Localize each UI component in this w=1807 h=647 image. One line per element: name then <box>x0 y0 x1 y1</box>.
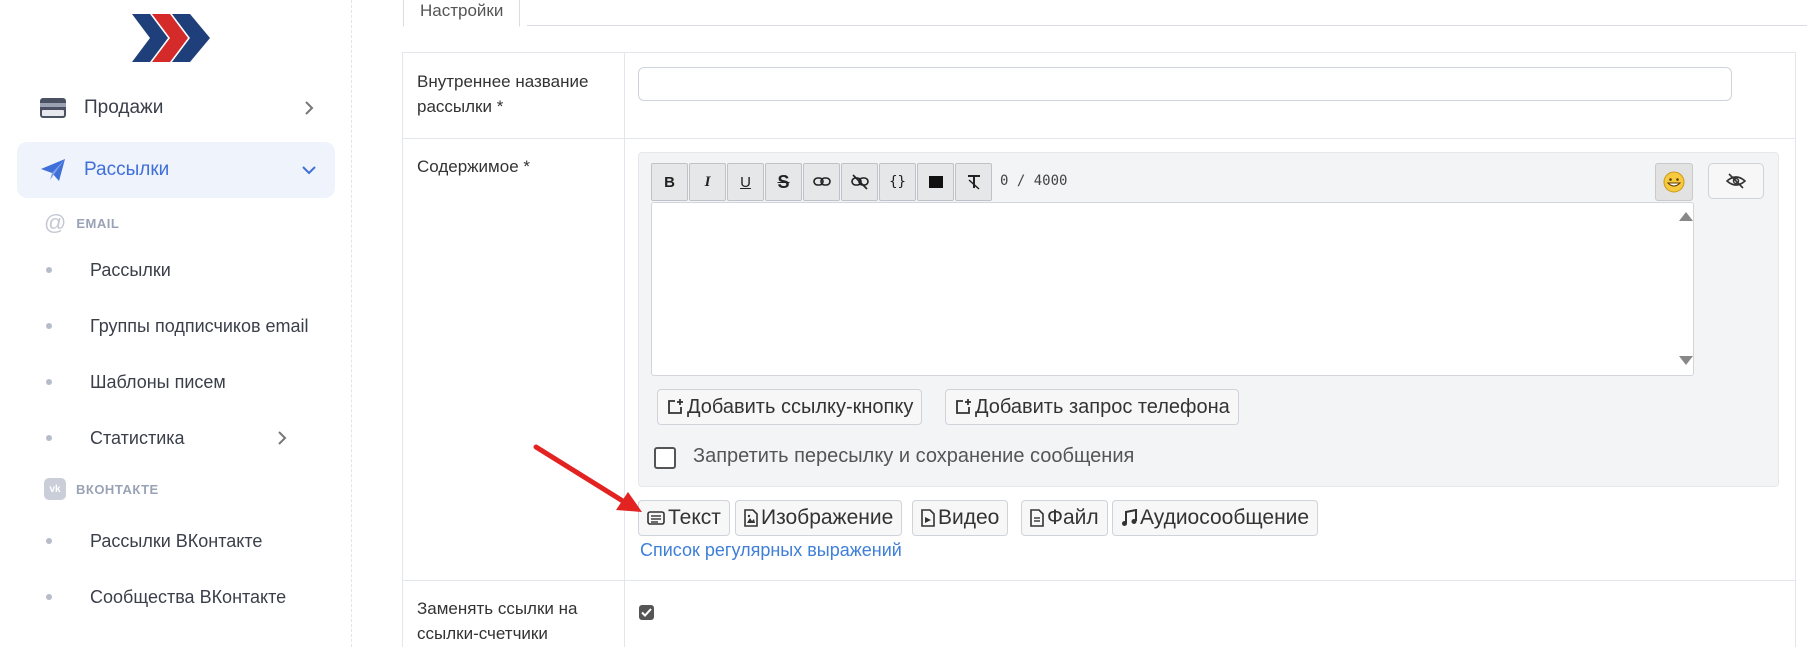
section-title: ВКОНТАКТЕ <box>76 481 159 497</box>
card-icon <box>39 94 67 122</box>
editor-toolbar: B I U S {} <box>651 163 993 201</box>
italic-button[interactable]: I <box>689 163 726 201</box>
section-vk: vk ВКОНТАКТЕ <box>44 478 159 500</box>
regex-list-link[interactable]: Список регулярных выражений <box>640 540 902 561</box>
scroll-up-arrow-icon[interactable] <box>1679 212 1693 221</box>
smile-emoji-icon <box>1663 171 1685 193</box>
unlink-icon <box>850 174 869 190</box>
tab-label: Настройки <box>420 1 504 20</box>
video-file-icon <box>921 509 935 527</box>
at-icon: @ <box>44 210 67 235</box>
underline-button[interactable]: U <box>727 163 764 201</box>
bold-button[interactable]: B <box>651 163 688 201</box>
sidebar-subitem-statistics[interactable]: Статистика <box>46 418 336 458</box>
spoiler-block-icon <box>928 176 943 188</box>
section-email: @ EMAIL <box>44 210 119 236</box>
sidebar-subitem-email-templates[interactable]: Шаблоны писем <box>46 362 336 402</box>
forbid-forward-checkbox[interactable] <box>654 447 676 469</box>
type-file-button[interactable]: Файл <box>1021 500 1108 536</box>
tab-divider <box>527 25 1807 26</box>
textarea-scrollbar[interactable] <box>1675 206 1697 372</box>
code-braces-icon: {} <box>889 174 906 190</box>
sidebar-item-mailings[interactable]: Рассылки <box>17 142 335 198</box>
eye-off-icon <box>1726 173 1746 189</box>
bullet-icon <box>46 379 52 385</box>
replace-links-checkbox[interactable] <box>639 605 654 620</box>
paper-plane-icon <box>39 156 67 184</box>
tab-settings[interactable]: Настройки <box>403 0 521 27</box>
italic-icon: I <box>704 173 711 190</box>
sidebar-subitem-label: Рассылки <box>90 259 171 280</box>
add-phone-label: Добавить запрос телефона <box>975 395 1230 418</box>
type-image-button[interactable]: Изображение <box>735 500 903 536</box>
file-icon <box>1030 509 1044 527</box>
strikethrough-icon: S <box>777 171 790 192</box>
sidebar-item-label: Рассылки <box>84 159 170 180</box>
sidebar-subitem-label: Статистика <box>90 427 185 448</box>
type-video-button[interactable]: Видео <box>912 500 1009 536</box>
bullet-icon <box>46 538 52 544</box>
add-box-icon <box>956 399 971 414</box>
vk-icon: vk <box>44 478 66 500</box>
mailing-name-input[interactable] <box>638 67 1732 101</box>
type-label: Видео <box>938 506 1000 529</box>
clear-format-icon <box>967 175 980 190</box>
strikethrough-button[interactable]: S <box>765 163 802 201</box>
brand-logo[interactable] <box>132 14 210 62</box>
add-phone-button[interactable]: Добавить запрос телефона <box>945 389 1239 425</box>
content-field-label: Содержимое * <box>417 157 530 176</box>
code-button[interactable]: {} <box>879 163 916 201</box>
type-label: Изображение <box>761 506 894 529</box>
bullet-icon <box>46 267 52 273</box>
emoji-button[interactable] <box>1655 163 1693 201</box>
sidebar-item-label: Продажи <box>84 97 164 118</box>
clear-format-button[interactable] <box>955 163 992 201</box>
link-button[interactable] <box>803 163 840 201</box>
spoiler-button[interactable] <box>917 163 954 201</box>
type-text-button[interactable]: Текст <box>638 500 730 536</box>
label-column <box>403 53 625 647</box>
add-link-label: Добавить ссылку-кнопку <box>687 395 914 418</box>
chevron-right-icon <box>278 431 287 445</box>
bold-icon: B <box>664 173 675 191</box>
music-note-icon <box>1122 509 1137 526</box>
sidebar-subitem-label: Шаблоны писем <box>90 371 226 392</box>
chevron-down-icon <box>302 166 316 175</box>
bullet-icon <box>46 594 52 600</box>
add-box-icon <box>668 399 683 414</box>
type-label: Файл <box>1047 506 1099 529</box>
sidebar-subitem-label: Рассылки ВКонтакте <box>90 530 263 551</box>
section-title: EMAIL <box>76 215 120 231</box>
unlink-button[interactable] <box>841 163 878 201</box>
image-file-icon <box>744 509 758 527</box>
scroll-down-arrow-icon[interactable] <box>1679 356 1693 365</box>
type-label: Текст <box>668 506 721 529</box>
sidebar: Продажи Рассылки @ EMAIL Рассылки Группы… <box>0 0 352 647</box>
checkmark-icon <box>641 608 652 617</box>
sidebar-subitem-label: Группы подписчиков email <box>90 315 309 336</box>
underline-icon: U <box>740 173 751 191</box>
row-divider <box>403 138 1795 139</box>
bullet-icon <box>46 323 52 329</box>
sidebar-subitem-email-mailings[interactable]: Рассылки <box>46 250 336 290</box>
link-icon <box>812 177 831 186</box>
type-label: Аудиосообщение <box>1140 506 1310 529</box>
chevron-right-icon <box>305 101 314 115</box>
bullet-icon <box>46 435 52 441</box>
sidebar-subitem-vk-communities[interactable]: Сообщества ВКонтакте <box>46 577 336 617</box>
sidebar-subitem-label: Сообщества ВКонтакте <box>90 586 287 607</box>
char-counter: 0 / 4000 <box>1000 173 1068 189</box>
preview-toggle-button[interactable] <box>1708 163 1764 199</box>
forbid-forward-label: Запретить пересылку и сохранение сообщен… <box>693 445 1135 467</box>
name-field-label: Внутреннее название рассылки * <box>417 72 589 116</box>
type-audio-button[interactable]: Аудиосообщение <box>1112 500 1319 536</box>
annotation-arrow-icon <box>533 444 642 512</box>
row-divider <box>403 580 1795 581</box>
sidebar-subitem-vk-mailings[interactable]: Рассылки ВКонтакте <box>46 521 336 561</box>
sidebar-item-sales[interactable]: Продажи <box>17 80 335 136</box>
sidebar-subitem-email-groups[interactable]: Группы подписчиков email <box>46 306 336 346</box>
message-textarea[interactable] <box>651 202 1694 376</box>
replace-links-label: Заменять ссылки на ссылки-счетчики <box>417 599 578 643</box>
add-link-button[interactable]: Добавить ссылку-кнопку <box>657 389 923 425</box>
